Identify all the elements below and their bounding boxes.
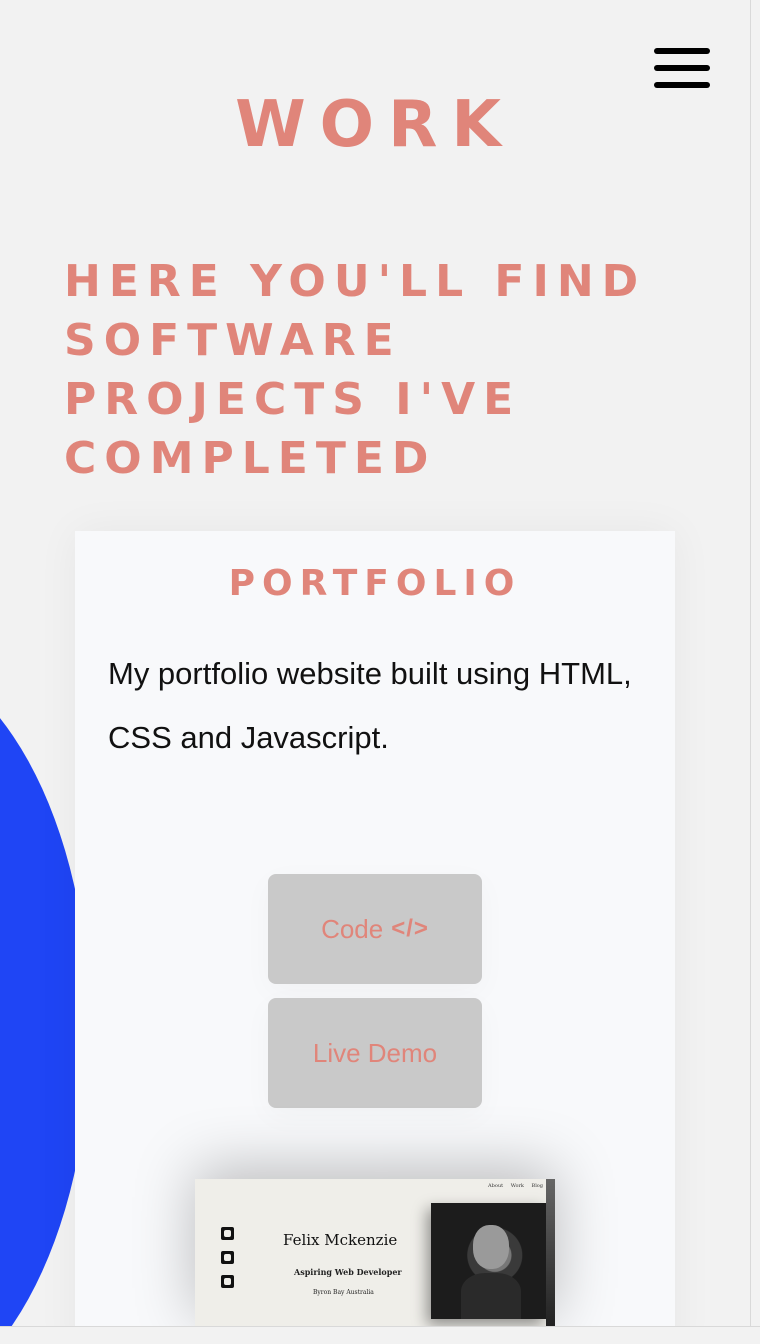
github-icon <box>221 1227 234 1240</box>
preview-profile-photo <box>431 1203 547 1319</box>
project-title: PORTFOLIO <box>228 563 522 604</box>
project-preview-image[interactable]: About Work Blog Felix Mckenzie Aspiring … <box>195 1179 555 1326</box>
code-button[interactable]: Code </> <box>268 874 482 984</box>
live-demo-button[interactable]: Live Demo <box>268 998 482 1108</box>
preview-nav-item: Work <box>510 1183 524 1189</box>
live-demo-label: Live Demo <box>312 1037 438 1068</box>
code-icon: </> <box>391 915 429 942</box>
viewport-edge-bottom <box>0 1326 760 1327</box>
preview-nav: About Work Blog <box>482 1183 543 1189</box>
preview-social-icons <box>221 1227 234 1299</box>
preview-location: Byron Bay Australia <box>313 1289 374 1296</box>
intro-text: HERE YOU'LL FIND SOFTWARE PROJECTS I'VE … <box>64 256 647 484</box>
preview-nav-item: Blog <box>531 1183 543 1189</box>
preview-scrollbar <box>546 1179 555 1326</box>
code-button-label: Code <box>321 913 384 944</box>
linkedin-icon <box>221 1251 234 1264</box>
preview-role: Aspiring Web Developer <box>294 1267 402 1277</box>
twitter-icon <box>221 1275 234 1288</box>
preview-nav-item: About <box>488 1183 504 1189</box>
preview-name: Felix Mckenzie <box>283 1231 398 1249</box>
viewport-edge-right <box>750 0 751 1326</box>
page-title: WORK <box>235 88 515 162</box>
page: WORK HERE YOU'LL FIND SOFTWARE PROJECTS … <box>0 0 750 1326</box>
project-description: My portfolio website built using HTML, C… <box>108 656 632 755</box>
